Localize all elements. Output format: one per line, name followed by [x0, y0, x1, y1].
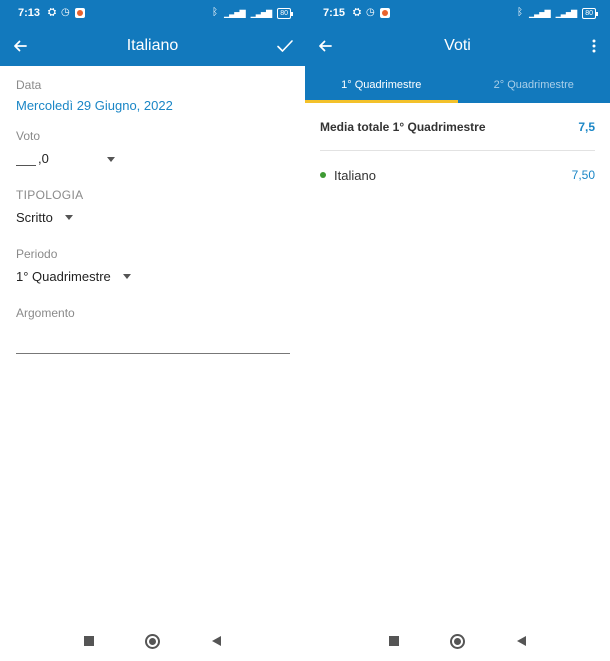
- chevron-down-icon: [64, 215, 73, 220]
- average-label: Media totale 1° Quadrimestre: [320, 119, 486, 134]
- triangle-back-icon: [517, 636, 526, 646]
- tipologia-select[interactable]: Scritto: [16, 210, 289, 225]
- bluetooth-icon: ᛒ: [516, 7, 523, 18]
- home-button[interactable]: [144, 632, 162, 650]
- check-icon: [277, 40, 293, 52]
- system-nav-bar: [305, 621, 610, 661]
- vote-decimal-select[interactable]: ,0: [38, 151, 49, 166]
- screens-container: 7:13 ⛭ ◷ ᛒ ▁▃▅▇ ▁▃▅▇ 80 Italiano Data Me…: [0, 0, 610, 661]
- chevron-down-icon: [122, 274, 131, 279]
- period-tabs: 1° Quadrimestre 2° Quadrimestre: [305, 66, 610, 103]
- subject-average: 7,50: [571, 168, 595, 182]
- periodo-select[interactable]: 1° Quadrimestre: [16, 269, 289, 284]
- argomento-label: Argomento: [16, 306, 75, 320]
- status-dot-icon: [320, 172, 326, 178]
- subject-name: Italiano: [334, 167, 376, 183]
- signal-icon: ▁▃▅▇: [223, 8, 246, 18]
- data-label: Data: [16, 78, 42, 92]
- circle-icon: [145, 633, 160, 649]
- system-back-button[interactable]: [208, 632, 226, 650]
- arrow-left-icon: [14, 40, 27, 52]
- system-back-button[interactable]: [513, 632, 531, 650]
- average-summary-row: Media totale 1° Quadrimestre 7,5: [320, 103, 595, 151]
- date-picker[interactable]: Mercoledì 29 Giugno, 2022: [16, 98, 289, 113]
- status-bar: 7:15 ⛭ ◷ ᛒ ▁▃▅▇ ▁▃▅▇ 80: [305, 0, 610, 26]
- alarm-icon: ◷: [61, 7, 70, 18]
- tipologia-value: Scritto: [16, 210, 53, 225]
- average-value: 7,5: [578, 119, 595, 134]
- tab-second-quadrimestre[interactable]: 2° Quadrimestre: [458, 66, 610, 103]
- arrow-left-icon: [319, 40, 332, 52]
- sync-off-icon: ⛭: [48, 7, 57, 18]
- recents-button[interactable]: [385, 632, 403, 650]
- subject-row[interactable]: Italiano 7,50: [320, 151, 595, 199]
- battery-indicator: 80: [582, 7, 598, 19]
- vote-integer-input[interactable]: [16, 152, 36, 166]
- argomento-input[interactable]: [16, 338, 290, 354]
- app-bar: Italiano: [0, 26, 305, 66]
- status-bar: 7:13 ⛭ ◷ ᛒ ▁▃▅▇ ▁▃▅▇ 80: [0, 0, 305, 26]
- system-nav-bar: [0, 621, 305, 661]
- confirm-button[interactable]: [265, 26, 305, 66]
- signal-icon: ▁▃▅▇: [528, 8, 551, 18]
- signal-secondary-icon: ▁▃▅▇: [250, 8, 273, 18]
- periodo-label: Periodo: [16, 247, 58, 261]
- page-title: Voti: [444, 37, 471, 54]
- app-bar: Voti: [305, 26, 610, 66]
- bluetooth-icon: ᛒ: [211, 7, 218, 18]
- sync-off-icon: ⛭: [353, 7, 362, 18]
- status-time: 7:13: [18, 7, 41, 19]
- status-time: 7:15: [323, 7, 346, 19]
- triangle-back-icon: [212, 636, 221, 646]
- square-icon: [388, 636, 399, 646]
- tipologia-label: TIPOLOGIA: [16, 188, 84, 202]
- periodo-value: 1° Quadrimestre: [16, 269, 111, 284]
- vote-input-row: ,0: [16, 151, 289, 166]
- battery-indicator: 80: [277, 7, 293, 19]
- circle-icon: [450, 633, 465, 649]
- notification-app-icon: [379, 8, 390, 18]
- back-button[interactable]: [305, 26, 345, 66]
- alarm-icon: ◷: [366, 7, 375, 18]
- tab-first-quadrimestre[interactable]: 1° Quadrimestre: [305, 66, 458, 103]
- grade-form: Data Mercoledì 29 Giugno, 2022 Voto ,0 T…: [0, 66, 305, 354]
- signal-secondary-icon: ▁▃▅▇: [555, 8, 578, 18]
- home-button[interactable]: [449, 632, 467, 650]
- page-title: Italiano: [126, 37, 179, 54]
- back-button[interactable]: [0, 26, 40, 66]
- overflow-menu-button[interactable]: [578, 26, 610, 66]
- notification-app-icon: [74, 8, 85, 18]
- voto-label: Voto: [16, 129, 41, 143]
- recents-button[interactable]: [80, 632, 98, 650]
- chevron-down-icon[interactable]: [106, 157, 115, 162]
- more-vertical-icon: [592, 39, 596, 53]
- grades-screen: 7:15 ⛭ ◷ ᛒ ▁▃▅▇ ▁▃▅▇ 80 Voti 1° Quadrime…: [305, 0, 610, 661]
- square-icon: [83, 636, 94, 646]
- grades-list: Media totale 1° Quadrimestre 7,5 Italian…: [305, 103, 610, 199]
- edit-grade-screen: 7:13 ⛭ ◷ ᛒ ▁▃▅▇ ▁▃▅▇ 80 Italiano Data Me…: [0, 0, 305, 661]
